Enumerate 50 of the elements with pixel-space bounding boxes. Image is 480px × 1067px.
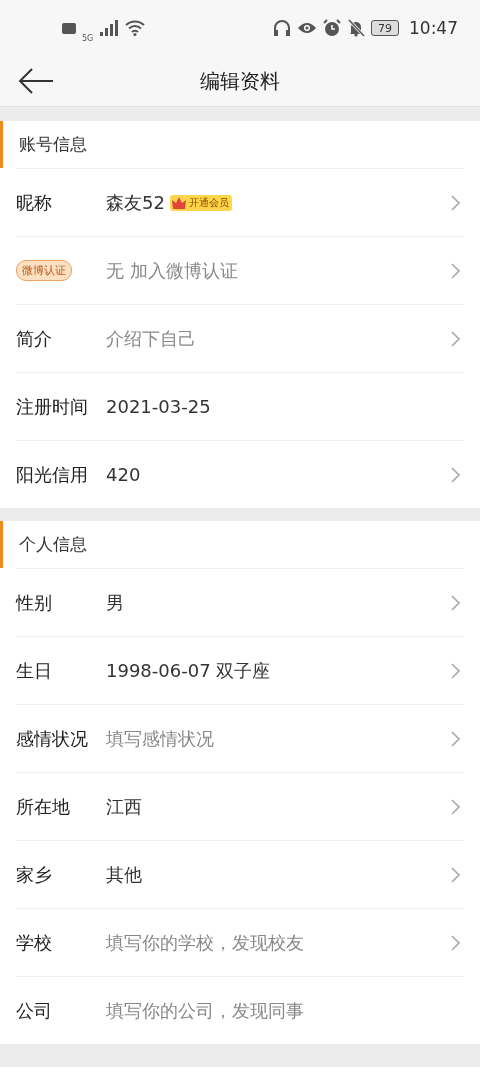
list-row[interactable]: 微博认证 无 加入微博认证 <box>16 236 464 304</box>
row-label: 性别 <box>16 590 52 615</box>
row-label: 昵称 <box>16 190 52 215</box>
row-value: 江西 <box>106 794 142 819</box>
list-row[interactable]: 所在地 江西 <box>16 772 464 840</box>
row-value: 填写你的学校，发现校友 <box>106 930 304 955</box>
list-row[interactable]: 生日 1998-06-07 双子座 <box>16 636 464 704</box>
list-row[interactable]: 注册时间 2021-03-25 <box>16 372 464 440</box>
row-label: 家乡 <box>16 862 52 887</box>
row-value: 其他 <box>106 862 142 887</box>
list-row[interactable]: 简介 介绍下自己 <box>16 304 464 372</box>
section-title: 个人信息 <box>0 521 480 568</box>
wifi-icon <box>125 20 146 36</box>
signal-icon <box>99 20 120 36</box>
row-value: 2021-03-25 <box>106 396 211 417</box>
row-label: 学校 <box>16 930 52 955</box>
row-label: 阳光信用 <box>16 462 88 487</box>
section-title: 账号信息 <box>0 121 480 168</box>
row-label: 简介 <box>16 326 52 351</box>
page-title: 编辑资料 <box>200 67 280 95</box>
row-value: 无 加入微博认证 <box>106 258 238 283</box>
list-row[interactable]: 昵称 森友52 开通会员 <box>16 168 464 236</box>
row-label: 注册时间 <box>16 394 88 419</box>
row-label: 所在地 <box>16 794 70 819</box>
list-row[interactable]: 家乡 其他 <box>16 840 464 908</box>
back-arrow-icon[interactable] <box>18 67 54 95</box>
row-value: 森友52 <box>106 190 165 215</box>
eye-icon <box>297 21 317 35</box>
bell-off-icon <box>347 19 365 37</box>
row-value: 男 <box>106 590 124 615</box>
list-row[interactable]: 学校 填写你的学校，发现校友 <box>16 908 464 976</box>
list-row[interactable]: 性别 男 <box>16 568 464 636</box>
row-value: 1998-06-07 双子座 <box>106 658 271 683</box>
list-row[interactable]: 公司 填写你的公司，发现同事 <box>16 976 464 1044</box>
list-row[interactable]: 感情状况 填写感情状况 <box>16 704 464 772</box>
alarm-icon <box>323 19 341 37</box>
list-row[interactable]: 阳光信用 420 <box>16 440 464 508</box>
vip-badge[interactable]: 开通会员 <box>169 194 232 211</box>
row-label: 生日 <box>16 658 52 683</box>
row-label: 公司 <box>16 998 52 1023</box>
clock-time: 10:47 <box>409 18 458 38</box>
row-label: 感情状况 <box>16 726 88 751</box>
battery-level: 79 <box>378 22 392 34</box>
verify-badge: 微博认证 <box>16 260 72 281</box>
row-value: 填写你的公司，发现同事 <box>106 998 304 1023</box>
row-value: 填写感情状况 <box>106 726 214 751</box>
network-label: 5G <box>82 33 94 43</box>
row-value: 420 <box>106 464 141 485</box>
row-value: 介绍下自己 <box>106 326 196 351</box>
headphones-icon <box>273 19 291 37</box>
